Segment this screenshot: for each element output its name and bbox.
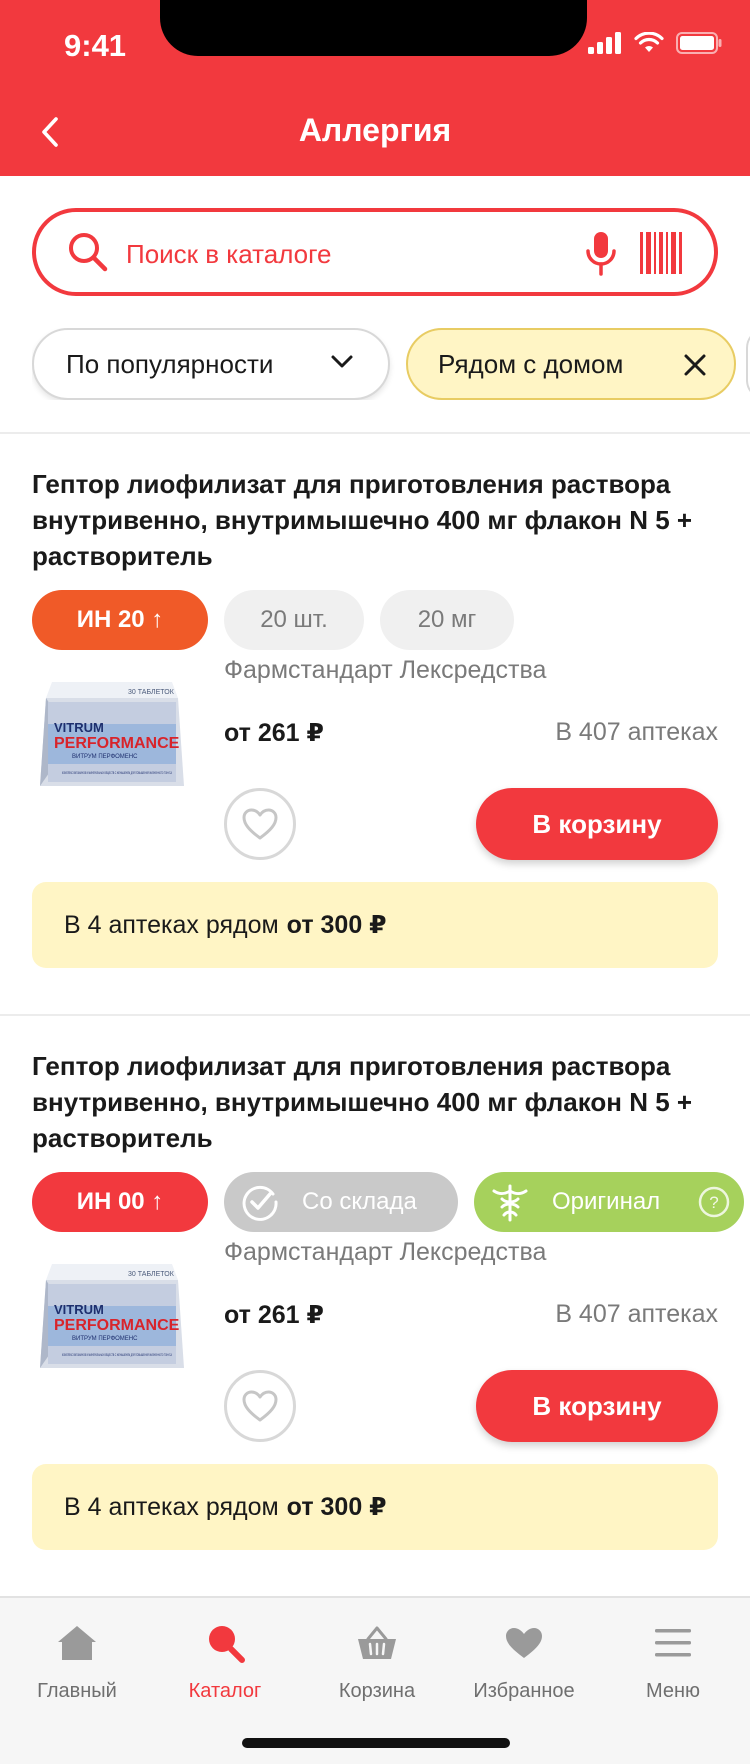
product-image-count: 30 ТАБЛЕТОК — [128, 689, 175, 696]
availability[interactable]: В 407 аптеках — [555, 718, 718, 747]
close-icon[interactable] — [682, 352, 708, 378]
check-circle-icon — [242, 1185, 278, 1221]
nearby-price: от 300 ₽ — [286, 1493, 387, 1521]
favorite-button[interactable] — [224, 1370, 296, 1442]
heart-icon — [506, 1628, 542, 1658]
product-badges: ИН 00 ↑ Со склада Оригинал ? — [32, 1172, 750, 1232]
battery-icon — [676, 32, 722, 54]
in-badge: ИН 20 ↑ — [32, 590, 208, 650]
menu-icon — [655, 1629, 691, 1657]
product-card: Гептор лиофилизат для приготовления раст… — [0, 466, 750, 982]
svg-text:?: ? — [709, 1193, 718, 1212]
sort-label: По популярности — [66, 348, 274, 379]
nearby-pharmacies-banner[interactable]: В 4 аптеках рядом от 300 ₽ — [32, 1464, 718, 1550]
product-image[interactable]: 30 ТАБЛЕТОК VITRUM PERFORMANCE ВИТРУМ ПЕ… — [32, 674, 192, 794]
next-filter-chip[interactable] — [746, 328, 750, 400]
status-icons — [588, 32, 722, 54]
product-badges: ИН 20 ↑ 20 шт. 20 мг — [32, 590, 750, 650]
price: от 261 ₽ — [224, 719, 324, 747]
nearby-pharmacies-banner[interactable]: В 4 аптеках рядом от 300 ₽ — [32, 882, 718, 968]
tab-label: Главный — [37, 1680, 117, 1702]
barcode-icon[interactable] — [640, 232, 682, 274]
sort-dropdown[interactable]: По популярности — [32, 328, 390, 400]
tab-label: Меню — [645, 1680, 701, 1702]
product-card: Гептор лиофилизат для приготовления раст… — [0, 1048, 750, 1564]
from-warehouse-label: Со склада — [302, 1188, 417, 1215]
product-image-desc: КОМПЛЕКС ВИТАМИНОВ И МИНЕРАЛЬНЫХ ВЕЩЕСТВ… — [62, 1352, 172, 1357]
tab-cart[interactable]: Корзина — [302, 1610, 452, 1710]
bottom-tab-bar: Главный Каталог Корзина Избранное Меню — [0, 1596, 750, 1764]
dose-tag: 20 мг — [380, 590, 514, 650]
add-to-cart-button[interactable]: В корзину — [476, 1370, 718, 1442]
product-image-brand: VITRUM — [54, 1302, 104, 1317]
product-image-sub: ВИТРУМ ПЕРФОМЕНС — [72, 754, 138, 760]
near-home-label: Рядом с домом — [438, 348, 624, 379]
product-image-line: PERFORMANCE — [54, 735, 180, 752]
tab-menu[interactable]: Меню — [598, 1610, 748, 1710]
heart-outline-icon — [242, 1390, 278, 1422]
product-image-count: 30 ТАБЛЕТОК — [128, 1271, 175, 1278]
device-notch — [160, 0, 587, 56]
tab-catalog[interactable]: Каталог — [150, 1610, 300, 1710]
product-title[interactable]: Гептор лиофилизат для приготовления раст… — [32, 466, 722, 574]
price: от 261 ₽ — [224, 1301, 324, 1329]
section-divider — [0, 432, 750, 434]
product-image-desc: КОМПЛЕКС ВИТАМИНОВ И МИНЕРАЛЬНЫХ ВЕЩЕСТВ… — [62, 770, 172, 775]
heart-outline-icon — [242, 808, 278, 840]
tab-label: Корзина — [338, 1680, 416, 1702]
search-icon — [69, 233, 108, 272]
basket-icon — [358, 1626, 396, 1659]
app-header: 9:41 Аллергия — [0, 0, 750, 176]
product-title[interactable]: Гептор лиофилизат для приготовления раст… — [32, 1048, 722, 1156]
add-to-cart-button[interactable]: В корзину — [476, 788, 718, 860]
home-indicator[interactable] — [242, 1738, 510, 1748]
search-input[interactable] — [126, 234, 586, 274]
nearby-text: В 4 аптеках рядом — [64, 910, 279, 939]
caduceus-icon — [492, 1184, 528, 1222]
catalog-search-icon — [209, 1626, 245, 1663]
manufacturer: Фармстандарт Лексредства — [224, 656, 547, 684]
wifi-icon — [634, 32, 664, 52]
manufacturer: Фармстандарт Лексредства — [224, 1238, 547, 1266]
product-image[interactable]: 30 ТАБЛЕТОК VITRUM PERFORMANCE ВИТРУМ ПЕ… — [32, 1256, 192, 1376]
nearby-price: от 300 ₽ — [286, 911, 387, 939]
help-icon[interactable]: ? — [698, 1186, 730, 1218]
product-image-line: PERFORMANCE — [54, 1317, 180, 1334]
original-label: Оригинал — [552, 1188, 661, 1215]
filter-chips: По популярности Рядом с домом — [32, 328, 750, 400]
signal-icon — [588, 32, 621, 54]
in-badge: ИН 00 ↑ — [32, 1172, 208, 1232]
favorite-button[interactable] — [224, 788, 296, 860]
tab-home[interactable]: Главный — [2, 1610, 152, 1710]
nearby-text: В 4 аптеках рядом — [64, 1492, 279, 1521]
microphone-icon[interactable] — [584, 230, 618, 278]
page-title: Аллергия — [298, 112, 452, 148]
near-home-filter-chip[interactable]: Рядом с домом — [406, 328, 736, 400]
original-badge[interactable]: Оригинал ? — [474, 1172, 744, 1232]
from-warehouse-badge: Со склада — [224, 1172, 458, 1232]
status-bar: 9:41 — [0, 0, 750, 90]
status-time: 9:41 — [64, 28, 127, 63]
section-divider — [0, 1014, 750, 1016]
count-tag: 20 шт. — [224, 590, 364, 650]
product-image-brand: VITRUM — [54, 720, 104, 735]
chevron-down-icon — [331, 355, 353, 368]
search-bar[interactable] — [32, 208, 718, 296]
home-icon — [58, 1626, 96, 1660]
tab-label: Избранное — [473, 1680, 575, 1702]
availability[interactable]: В 407 аптеках — [555, 1300, 718, 1329]
tab-label: Каталог — [188, 1680, 262, 1702]
tab-favorites[interactable]: Избранное — [449, 1610, 599, 1710]
product-image-sub: ВИТРУМ ПЕРФОМЕНС — [72, 1336, 138, 1342]
